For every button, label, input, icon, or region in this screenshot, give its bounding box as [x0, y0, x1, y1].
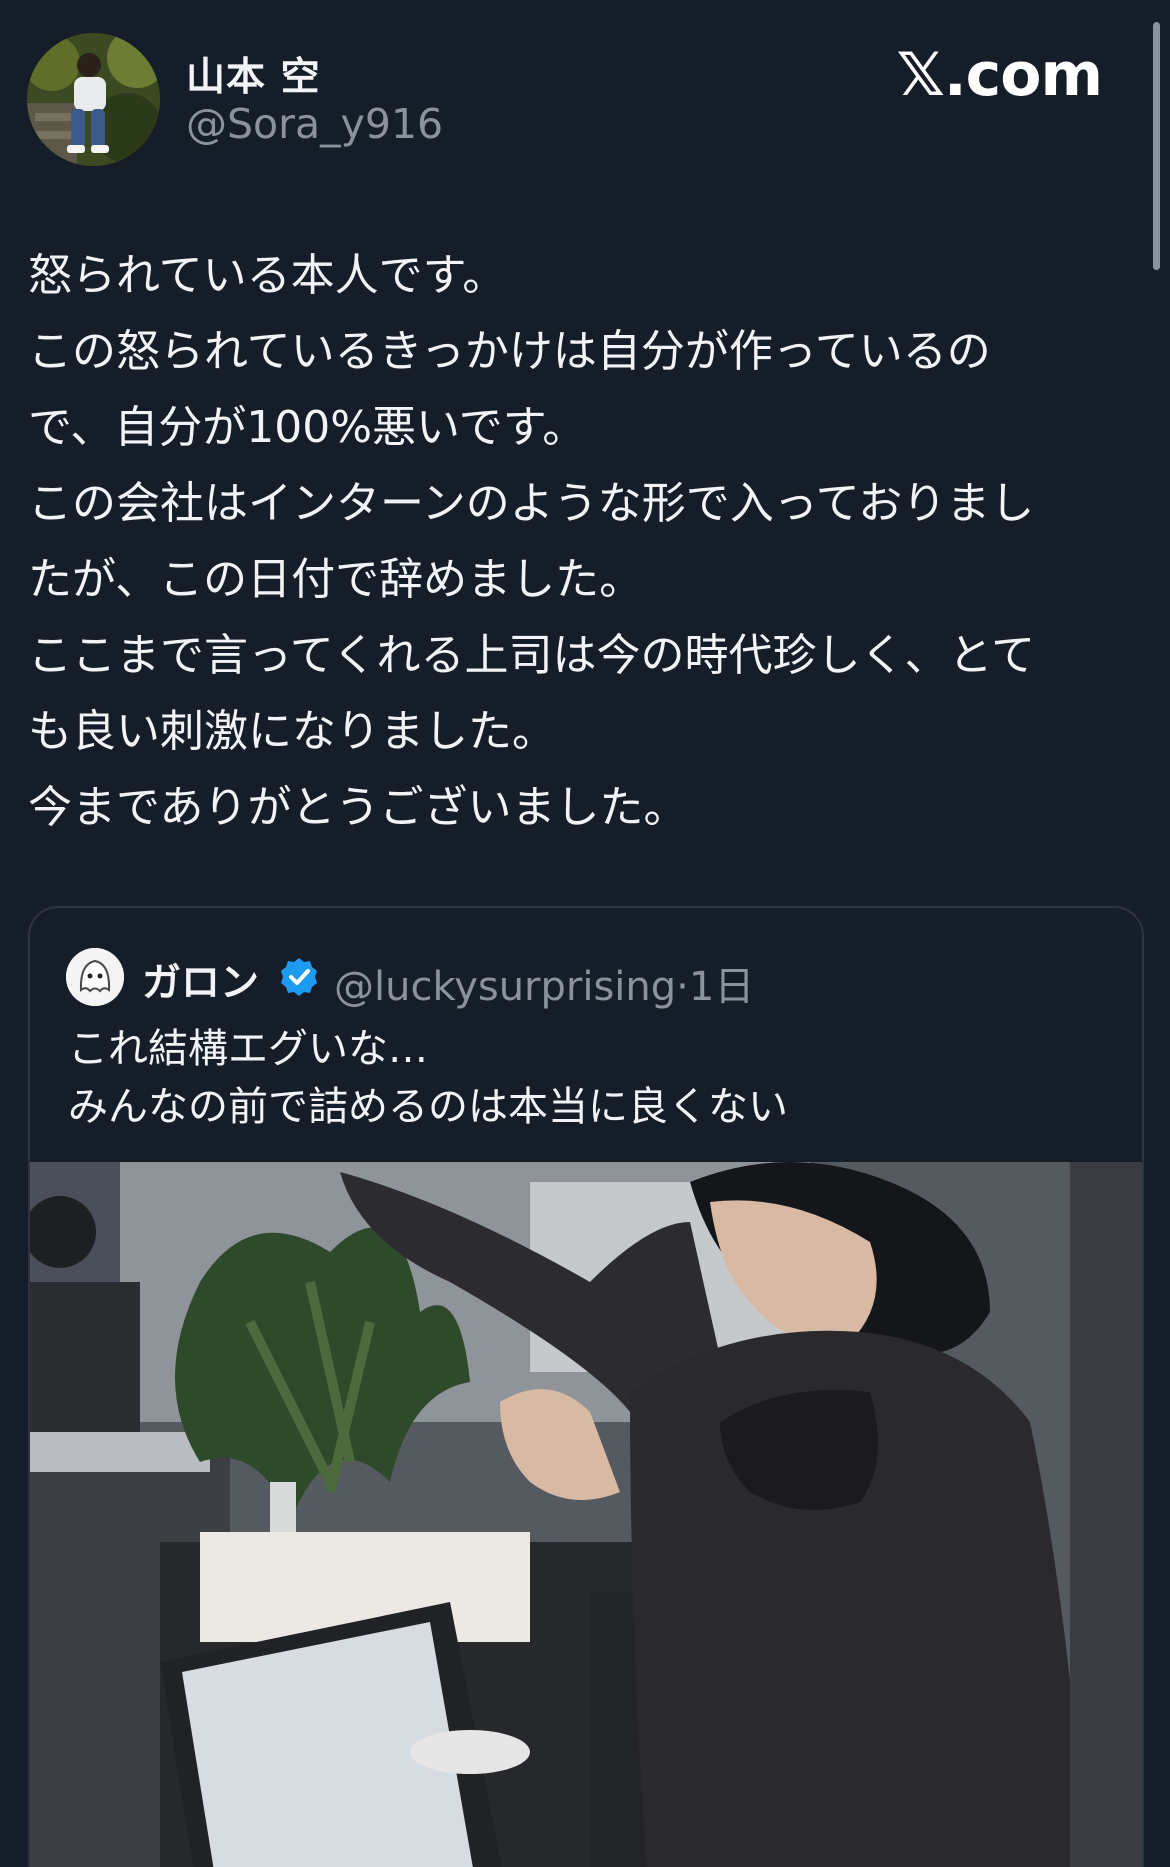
office-photo-icon — [30, 1162, 1142, 1867]
author-handle[interactable]: @Sora_y916 — [186, 100, 443, 148]
quoted-author-handle[interactable]: @luckysurprising — [334, 964, 676, 1010]
quoted-meta[interactable]: @luckysurprising·1日 — [334, 954, 754, 1012]
quoted-post-card[interactable]: ガロン @luckysurprising·1日 これ結構エグいな… みんなの前で… — [28, 906, 1144, 1867]
scrollbar[interactable] — [1153, 22, 1160, 270]
quoted-line: みんなの前で詰めるのは本当に良くない — [68, 1084, 788, 1130]
meta-separator: · — [676, 964, 689, 1010]
quoted-post-text: これ結構エグいな… みんなの前で詰めるのは本当に良くない — [68, 1020, 788, 1136]
x-brand-logo: 𝕏.com — [896, 40, 1103, 110]
avatar-photo-icon — [27, 33, 160, 166]
quoted-line: これ結構エグいな… — [68, 1026, 428, 1072]
post-line: 怒られている本人です。 — [28, 250, 507, 301]
post-line: 今までありがとうございました。 — [28, 782, 688, 833]
post-line: で、自分が100%悪いです。 — [28, 402, 587, 453]
quoted-media-image[interactable] — [30, 1162, 1142, 1867]
ghost-avatar-icon — [66, 948, 124, 1006]
post-line: この会社はインターンのような形で入っておりまし — [28, 478, 1035, 529]
quoted-author-avatar[interactable] — [66, 948, 124, 1006]
post-line: も良い刺激になりました。 — [28, 706, 556, 757]
post-line: たが、この日付で辞めました。 — [28, 554, 644, 605]
tweet-screen: 山本 空 @Sora_y916 𝕏.com 怒られている本人です。 この怒られて… — [0, 0, 1170, 1867]
post-line: この怒られているきっかけは自分が作っているの — [28, 326, 991, 377]
author-avatar[interactable] — [27, 33, 160, 166]
author-display-name[interactable]: 山本 空 — [186, 46, 321, 102]
quoted-author-name[interactable]: ガロン — [142, 952, 259, 1008]
quoted-post-time[interactable]: 1日 — [689, 964, 754, 1010]
post-text: 怒られている本人です。 この怒られているきっかけは自分が作っているの で、自分が… — [28, 238, 1138, 846]
post-line: ここまで言ってくれる上司は今の時代珍しく、とて — [28, 630, 1036, 681]
verified-badge-icon — [278, 956, 320, 998]
